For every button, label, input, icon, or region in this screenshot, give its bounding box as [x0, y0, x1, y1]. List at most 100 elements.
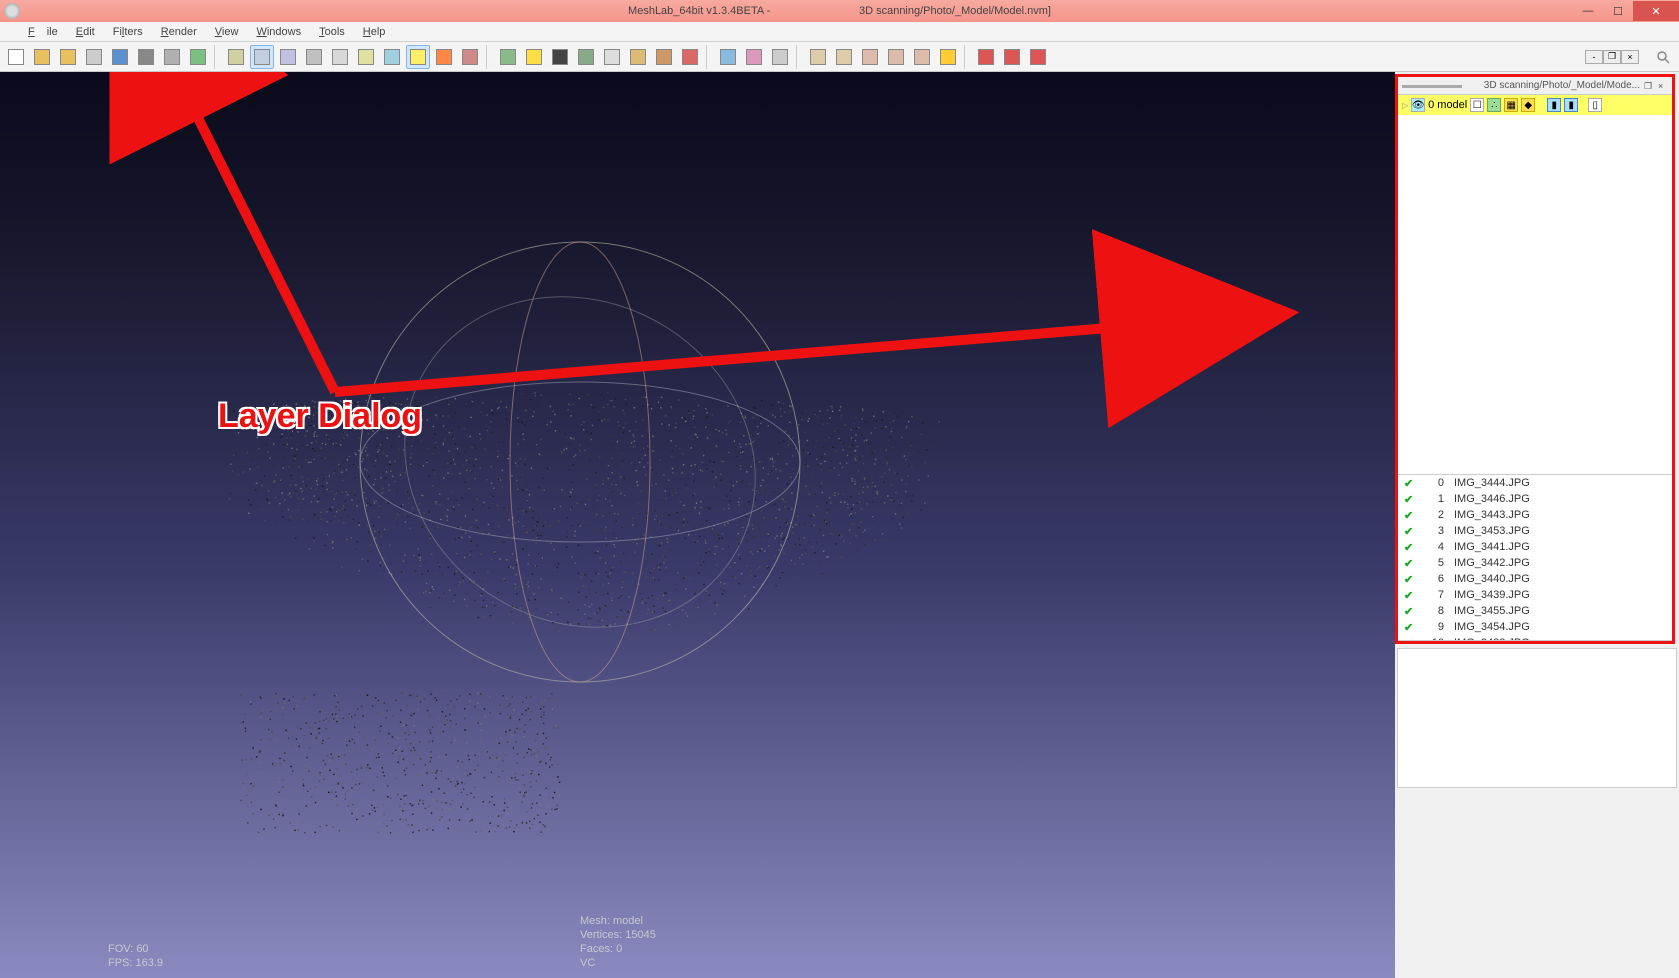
- surface-icon[interactable]: [302, 45, 326, 69]
- arc3d-icon[interactable]: [742, 45, 766, 69]
- sel-vert-icon[interactable]: [806, 45, 830, 69]
- menu-filters[interactable]: Filters: [107, 24, 149, 40]
- del-vert-icon[interactable]: [974, 45, 998, 69]
- search-icon[interactable]: [1651, 45, 1675, 69]
- menu-view[interactable]: View: [209, 24, 245, 40]
- raster-row[interactable]: ✔3IMG_3453.JPG: [1398, 523, 1672, 539]
- layer-row[interactable]: ▷ 👁 0 model ☐ ∴ ▦ ◆ ▮ ▮ ▯: [1398, 95, 1672, 115]
- render-points-icon[interactable]: ∴: [1487, 98, 1501, 112]
- render-bbox-icon[interactable]: ☐: [1470, 98, 1484, 112]
- raster-row[interactable]: ✔4IMG_3441.JPG: [1398, 539, 1672, 555]
- grid-icon[interactable]: [548, 45, 572, 69]
- render-fill-icon[interactable]: ◆: [1521, 98, 1535, 112]
- del-sel-icon[interactable]: [1026, 45, 1050, 69]
- menu-help[interactable]: Help: [357, 24, 392, 40]
- minimize-button[interactable]: —: [1573, 1, 1603, 21]
- align-icon[interactable]: [716, 45, 740, 69]
- raster-row[interactable]: ✔7IMG_3439.JPG: [1398, 587, 1672, 603]
- reference-icon[interactable]: [768, 45, 792, 69]
- raster-name: IMG_3453.JPG: [1454, 525, 1530, 537]
- raster-icon[interactable]: [186, 45, 210, 69]
- mesh-icon[interactable]: [574, 45, 598, 69]
- raster-index: 8: [1426, 605, 1444, 617]
- raster-row[interactable]: ✔5IMG_3442.JPG: [1398, 555, 1672, 571]
- double-side-icon[interactable]: [432, 45, 456, 69]
- hud-right: Mesh: model Vertices: 15045 Faces: 0 VC: [580, 914, 656, 970]
- layer-index: 0: [1428, 99, 1434, 111]
- menu-windows[interactable]: Windows: [250, 24, 307, 40]
- del-face-icon[interactable]: [1000, 45, 1024, 69]
- raster-row[interactable]: ✔1IMG_3446.JPG: [1398, 491, 1672, 507]
- log-panel[interactable]: [1397, 648, 1677, 788]
- menu-file[interactable]: File: [22, 24, 64, 40]
- sel-rect-icon[interactable]: [884, 45, 908, 69]
- globe-icon[interactable]: [496, 45, 520, 69]
- layers-icon[interactable]: [160, 45, 184, 69]
- visibility-icon[interactable]: 👁: [1411, 98, 1425, 112]
- sel-conn-icon[interactable]: [858, 45, 882, 69]
- render-edge-icon[interactable]: ▮: [1547, 98, 1561, 112]
- close-button[interactable]: ✕: [1633, 1, 1679, 21]
- menu-edit[interactable]: Edit: [70, 24, 101, 40]
- raster-layer-list[interactable]: ✔0IMG_3444.JPG✔1IMG_3446.JPG✔2IMG_3443.J…: [1398, 475, 1672, 641]
- raster-row[interactable]: ✔10IMG_3432.JPG: [1398, 635, 1672, 641]
- raster-name: IMG_3432.JPG: [1454, 637, 1530, 641]
- open-icon[interactable]: [30, 45, 54, 69]
- sel-face-icon[interactable]: [832, 45, 856, 69]
- bbox-icon[interactable]: [224, 45, 248, 69]
- mdi-minimize[interactable]: -: [1585, 50, 1603, 64]
- save-icon[interactable]: [108, 45, 132, 69]
- mdi-restore[interactable]: ❐: [1603, 50, 1621, 64]
- toolbar: - ❐ ×: [0, 42, 1679, 72]
- points-icon[interactable]: [250, 45, 274, 69]
- raster-row[interactable]: ✔ 6 IMG_3440.JPG: [1398, 571, 1672, 587]
- smooth-icon[interactable]: [328, 45, 352, 69]
- render-sel-icon[interactable]: ▮: [1564, 98, 1578, 112]
- menu-render[interactable]: Render: [155, 24, 203, 40]
- light-icon[interactable]: [406, 45, 430, 69]
- measure-icon[interactable]: [626, 45, 650, 69]
- expand-icon[interactable]: ▷: [1402, 101, 1408, 110]
- window-controls: — ☐ ✕: [1573, 1, 1679, 21]
- back-face-icon[interactable]: [380, 45, 404, 69]
- paint-icon[interactable]: [652, 45, 676, 69]
- texture-icon[interactable]: [354, 45, 378, 69]
- snapshot-icon[interactable]: [134, 45, 158, 69]
- axis-icon[interactable]: [600, 45, 624, 69]
- sel-free-icon[interactable]: [910, 45, 934, 69]
- raster-index: 7: [1426, 589, 1444, 601]
- raster-row[interactable]: ✔0IMG_3444.JPG: [1398, 475, 1672, 491]
- mdi-close[interactable]: ×: [1621, 50, 1639, 64]
- dock-title[interactable]: ▬▬▬▬▬▬ 3D scanning/Photo/_Model/Mode... …: [1398, 77, 1672, 95]
- mdi-controls: - ❐ ×: [1585, 50, 1639, 64]
- info-icon[interactable]: [936, 45, 960, 69]
- mesh-layer-list[interactable]: ▷ 👁 0 model ☐ ∴ ▦ ◆ ▮ ▮ ▯: [1398, 95, 1672, 475]
- raster-row[interactable]: ✔2IMG_3443.JPG: [1398, 507, 1672, 523]
- raster-index: 9: [1426, 621, 1444, 633]
- raster-name: IMG_3439.JPG: [1454, 589, 1530, 601]
- layer-name: model: [1437, 99, 1467, 111]
- render-wire-icon[interactable]: ▦: [1504, 98, 1518, 112]
- annotation-icon[interactable]: [522, 45, 546, 69]
- check-icon: ✔: [1404, 573, 1416, 586]
- hud-vertices: Vertices: 15045: [580, 928, 656, 942]
- dock-float-icon[interactable]: ❐: [1644, 81, 1654, 91]
- dock-close-icon[interactable]: ×: [1658, 81, 1668, 91]
- hud-fov: FOV: 60: [108, 942, 163, 956]
- raster-row[interactable]: ✔8IMG_3455.JPG: [1398, 603, 1672, 619]
- hud-mesh: Mesh: model: [580, 914, 656, 928]
- new-file-icon[interactable]: [4, 45, 28, 69]
- clip-icon[interactable]: [678, 45, 702, 69]
- raster-row[interactable]: ✔9IMG_3454.JPG: [1398, 619, 1672, 635]
- menu-tools[interactable]: Tools: [313, 24, 351, 40]
- raster-index: 6: [1426, 573, 1444, 585]
- normals-icon[interactable]: [458, 45, 482, 69]
- maximize-button[interactable]: ☐: [1603, 1, 1633, 21]
- viewport-3d[interactable]: FOV: 60 FPS: 163.9 Mesh: model Vertices:…: [0, 72, 1395, 978]
- raster-name: IMG_3440.JPG: [1454, 573, 1530, 585]
- render-tex-icon[interactable]: ▯: [1588, 98, 1602, 112]
- reload-icon[interactable]: [82, 45, 106, 69]
- wire-icon[interactable]: [276, 45, 300, 69]
- check-icon: ✔: [1404, 493, 1416, 506]
- open-project-icon[interactable]: [56, 45, 80, 69]
